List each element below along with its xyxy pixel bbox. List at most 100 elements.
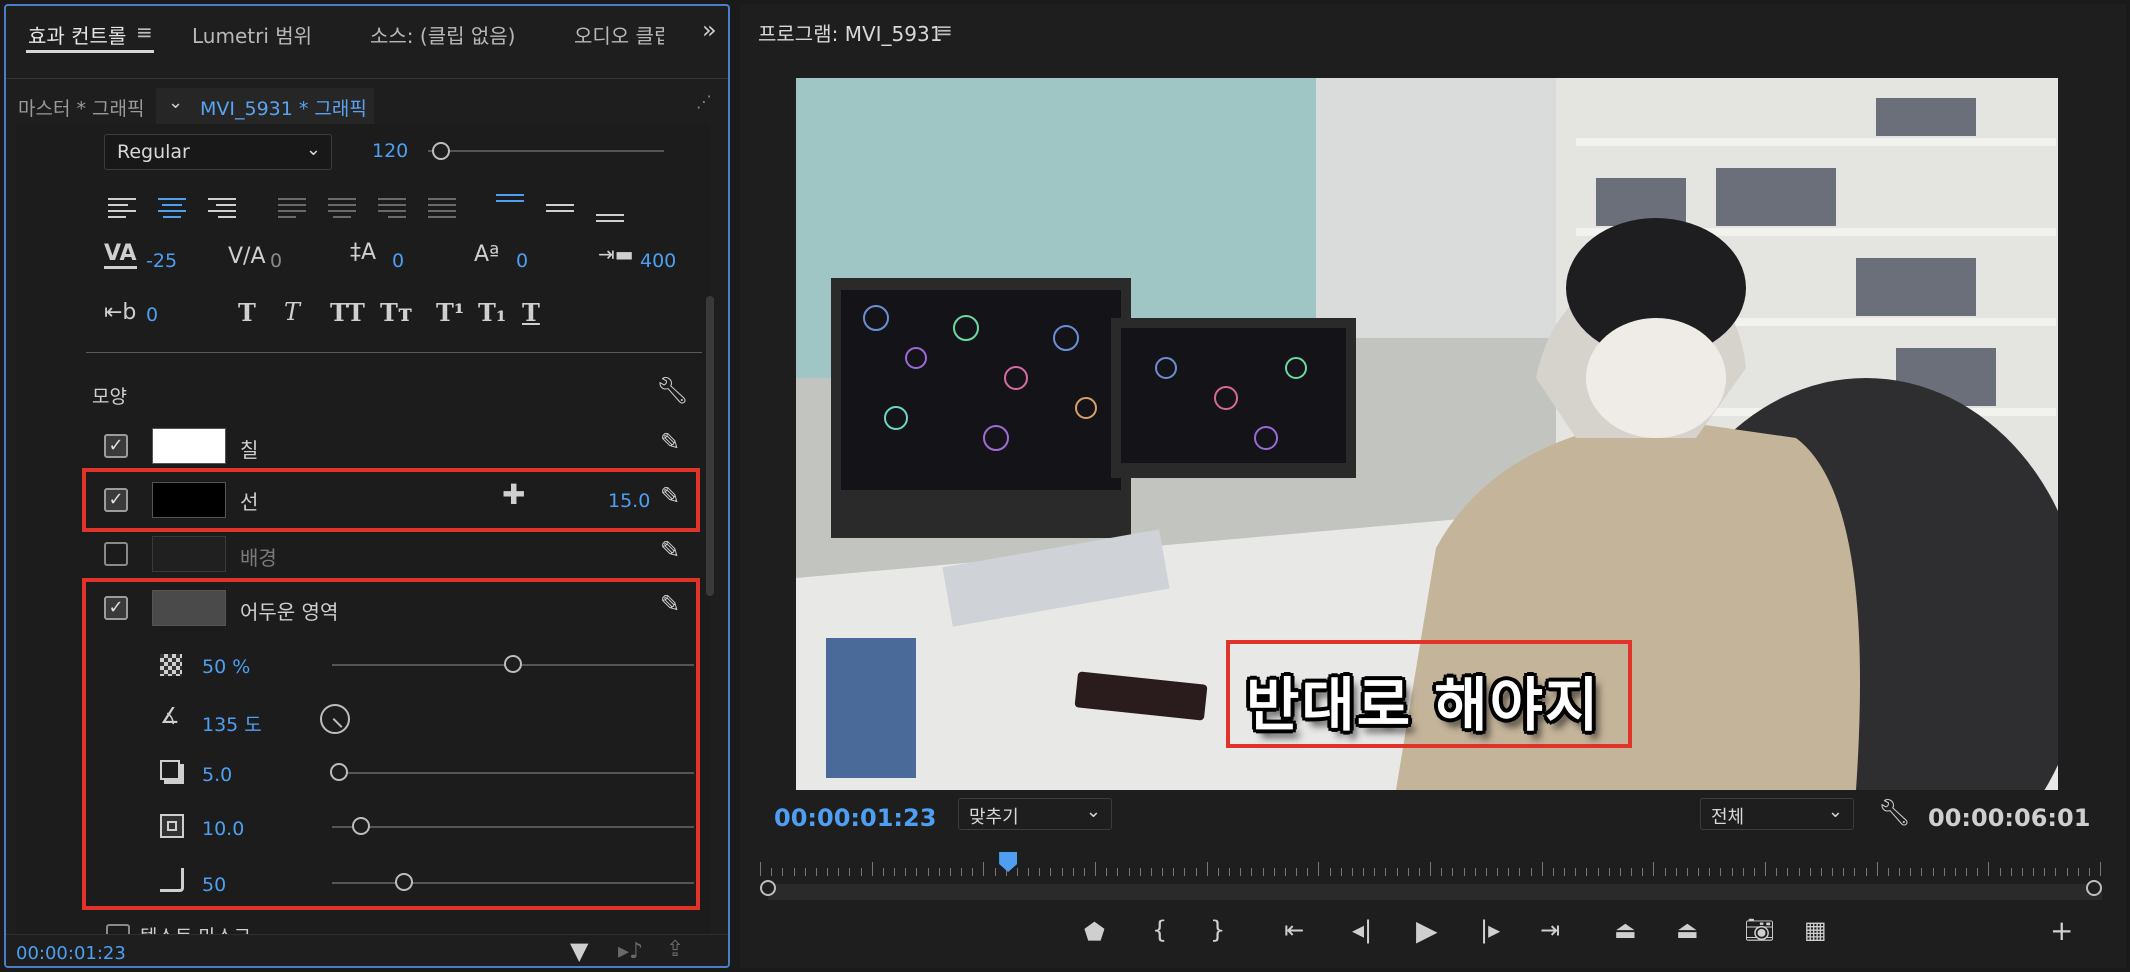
shadow-distance-value[interactable]: 5.0: [202, 764, 232, 786]
filter-icon[interactable]: ▼: [570, 937, 588, 965]
panel-menu-icon[interactable]: ≡: [136, 20, 153, 44]
tracking-value[interactable]: 0: [270, 250, 282, 272]
leading-value[interactable]: 400: [640, 250, 676, 272]
lift-icon[interactable]: ⏏: [1614, 916, 1637, 944]
footer-timecode[interactable]: 00:00:01:23: [16, 943, 126, 964]
add-stroke-icon[interactable]: ✚: [502, 478, 525, 511]
background-color-swatch[interactable]: [152, 536, 226, 572]
tab-width-value[interactable]: 0: [146, 304, 158, 326]
zoom-dropdown[interactable]: 맞추기 ⌄: [958, 798, 1112, 830]
play-icon[interactable]: ▶: [1416, 914, 1438, 947]
properties-scrollbar[interactable]: [706, 296, 714, 596]
fill-color-swatch[interactable]: [152, 428, 226, 464]
eyedropper-icon[interactable]: ✎: [660, 428, 680, 456]
shadow-color-swatch[interactable]: [152, 590, 226, 626]
export-icon[interactable]: ⇪: [666, 937, 684, 962]
ruler-tick: [1150, 868, 1152, 876]
subscript-icon[interactable]: T₁: [478, 298, 506, 327]
clip-tab[interactable]: ⌄ MVI_5931 * 그래픽: [156, 88, 374, 124]
align-bottom-icon[interactable]: [596, 214, 626, 236]
shadow-size-slider-knob[interactable]: [351, 817, 370, 835]
ruler-tick: [1977, 868, 1979, 876]
kerning-value[interactable]: -25: [146, 250, 177, 272]
video-frame[interactable]: 반대로 해야지: [796, 78, 2058, 790]
shadow-size-slider[interactable]: [332, 826, 694, 828]
shadow-checkbox[interactable]: ✓: [104, 596, 128, 620]
caption-text[interactable]: 반대로 해야지: [1246, 658, 1600, 742]
step-forward-icon[interactable]: |▸: [1480, 916, 1500, 944]
align-middle-icon[interactable]: [546, 204, 576, 226]
justify-right-icon[interactable]: [378, 198, 408, 220]
time-ruler[interactable]: [760, 852, 2101, 880]
shadow-blur-slider[interactable]: [332, 882, 694, 884]
expand-tabs-icon[interactable]: »: [702, 16, 717, 44]
ruler-tick: [1117, 868, 1119, 876]
tsume-value[interactable]: 0: [516, 250, 528, 272]
shadow-angle-value[interactable]: 135 도: [202, 710, 262, 737]
baseline-value[interactable]: 0: [392, 250, 404, 272]
extract-icon[interactable]: ⏏: [1676, 916, 1699, 944]
align-left-icon[interactable]: [108, 198, 138, 220]
size-icon: [160, 814, 184, 838]
font-size-value[interactable]: 120: [372, 140, 408, 162]
play-audio-icon[interactable]: ▸♪: [618, 939, 643, 964]
justify-left-icon[interactable]: [278, 198, 308, 220]
tab-effect-controls[interactable]: 효과 컨트롤: [28, 20, 126, 49]
out-range-handle[interactable]: [2086, 880, 2102, 896]
grip-icon[interactable]: ⋰: [696, 92, 712, 111]
align-center-icon[interactable]: [158, 198, 188, 220]
tab-audio-clip[interactable]: 오디오 클립: [574, 20, 664, 49]
shadow-distance-slider[interactable]: [332, 772, 694, 774]
font-style-dropdown[interactable]: Regular ⌄: [104, 134, 332, 170]
eyedropper-icon[interactable]: ✎: [660, 590, 680, 618]
align-top-icon[interactable]: [496, 194, 526, 216]
font-size-slider[interactable]: [428, 150, 664, 152]
in-range-handle[interactable]: [760, 880, 776, 896]
compare-view-icon[interactable]: ▦: [1804, 916, 1827, 944]
tab-lumetri-scopes[interactable]: Lumetri 범위: [192, 20, 312, 49]
stroke-width-value[interactable]: 15.0: [608, 490, 650, 512]
go-to-in-icon[interactable]: ⇤: [1284, 916, 1304, 944]
wrench-icon[interactable]: 🔧︎: [656, 376, 689, 406]
eyedropper-icon[interactable]: ✎: [660, 536, 680, 564]
step-back-icon[interactable]: ◂|: [1352, 916, 1372, 944]
font-style-value: Regular: [117, 141, 190, 163]
underline-icon[interactable]: T: [522, 298, 540, 327]
fill-checkbox[interactable]: ✓: [104, 434, 128, 458]
tab-source[interactable]: 소스: (클립 없음): [370, 20, 515, 49]
panel-menu-icon[interactable]: ≡: [936, 18, 953, 42]
export-frame-camera-icon[interactable]: 📷︎: [1744, 916, 1774, 944]
quality-dropdown[interactable]: 전체 ⌄: [1700, 798, 1854, 830]
angle-dial[interactable]: [320, 704, 350, 734]
go-to-out-icon[interactable]: ⇥: [1540, 916, 1560, 944]
faux-italic-icon[interactable]: T: [284, 298, 300, 326]
mark-in-icon[interactable]: {: [1152, 916, 1167, 944]
settings-wrench-icon[interactable]: 🔧︎: [1878, 798, 1911, 828]
superscript-icon[interactable]: T¹: [436, 298, 464, 327]
program-title: 프로그램: MVI_5931: [758, 22, 943, 46]
stroke-color-swatch[interactable]: [152, 482, 226, 518]
shadow-opacity-value[interactable]: 50 %: [202, 656, 250, 678]
shadow-size-value[interactable]: 10.0: [202, 818, 244, 840]
justify-center-icon[interactable]: [328, 198, 358, 220]
current-timecode[interactable]: 00:00:01:23: [774, 804, 936, 832]
add-marker-icon[interactable]: ⬟: [1084, 918, 1105, 946]
all-caps-icon[interactable]: TT: [330, 298, 365, 327]
button-editor-plus-icon[interactable]: +: [2050, 914, 2073, 947]
justify-all-icon[interactable]: [428, 198, 458, 220]
background-checkbox[interactable]: [104, 542, 128, 566]
chevron-down-icon[interactable]: ⌄: [168, 92, 183, 113]
eyedropper-icon[interactable]: ✎: [660, 482, 680, 510]
small-caps-icon[interactable]: Tт: [380, 298, 413, 327]
font-size-slider-knob[interactable]: [432, 142, 450, 160]
ruler-tick: [1340, 868, 1342, 876]
master-clip-label[interactable]: 마스터 * 그래픽: [18, 94, 144, 121]
stroke-checkbox[interactable]: ✓: [104, 488, 128, 512]
shadow-blur-value[interactable]: 50: [202, 874, 226, 896]
align-right-icon[interactable]: [208, 198, 238, 220]
shadow-opacity-slider-knob[interactable]: [504, 655, 522, 673]
panel-footer: 00:00:01:23 ▼ ▸♪ ⇪: [6, 934, 728, 966]
mark-out-icon[interactable]: }: [1210, 916, 1225, 944]
faux-bold-icon[interactable]: T: [238, 298, 256, 327]
playback-track[interactable]: [768, 884, 2102, 900]
